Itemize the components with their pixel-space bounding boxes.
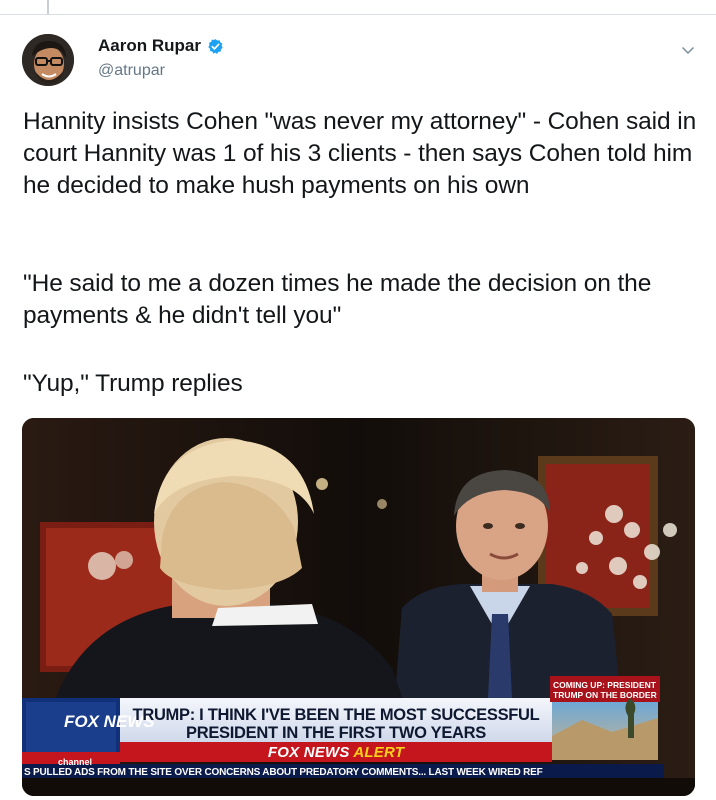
- alert-suffix: ALERT: [353, 744, 405, 761]
- tweet-paragraph: "Yup," Trump replies: [23, 370, 243, 397]
- avatar[interactable]: [22, 34, 74, 86]
- news-ticker: S PULLED ADS FROM THE SITE OVER CONCERNS…: [24, 767, 543, 778]
- verified-badge-icon: [208, 38, 223, 54]
- tweet-paragraph: Hannity insists Cohen "was never my atto…: [23, 108, 697, 199]
- chyron-headline: TRUMP: I THINK I'VE BEEN THE MOST SUCCES…: [132, 706, 540, 742]
- chevron-down-icon[interactable]: [680, 42, 696, 58]
- author-name[interactable]: Aaron Rupar: [98, 36, 201, 56]
- divider: [0, 14, 716, 15]
- tweet-author: Aaron Rupar @atrupar: [98, 36, 224, 80]
- author-handle[interactable]: @atrupar: [98, 62, 224, 80]
- tweet-media-video[interactable]: FOX NEWS channel TRUMP: I THINK I'VE BEE…: [22, 418, 695, 796]
- tweet-paragraph: "He said to me a dozen times he made the…: [23, 270, 652, 329]
- alert-prefix: FOX NEWS: [267, 744, 350, 761]
- chyron-alert: FOX NEWS ALERT: [126, 744, 546, 761]
- coming-up-label: COMING UP: PRESIDENT TRUMP ON THE BORDER: [553, 680, 657, 700]
- thread-connector: [47, 0, 49, 14]
- channel-label: channel: [58, 757, 93, 767]
